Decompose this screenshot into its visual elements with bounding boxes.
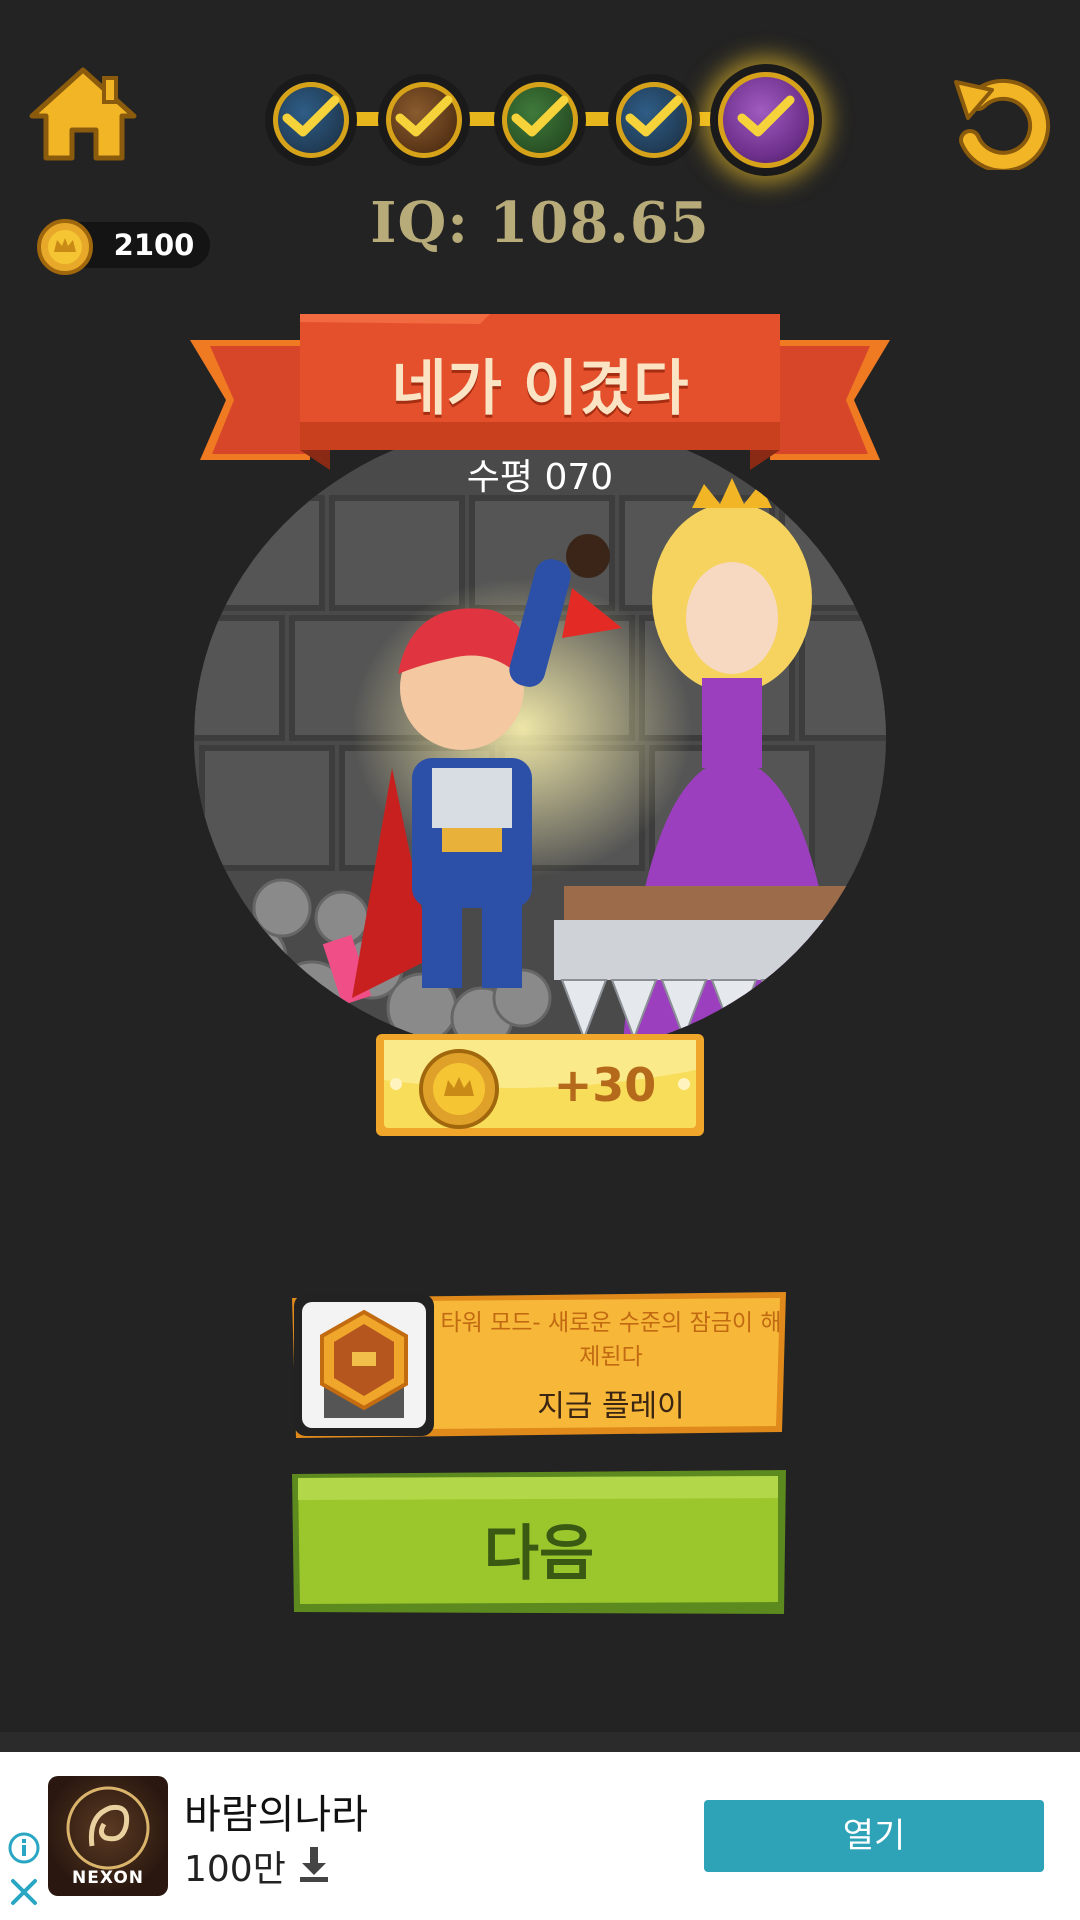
- level-scene-illustration: [192, 438, 888, 1058]
- home-button[interactable]: [26, 64, 140, 164]
- check-icon: [737, 95, 795, 137]
- ad-download-count: 100만: [184, 1849, 286, 1890]
- restart-button[interactable]: [948, 70, 1054, 173]
- ad-info-icon[interactable]: [8, 1832, 40, 1864]
- house-icon: [29, 67, 137, 161]
- coin-icon: [418, 1048, 500, 1130]
- check-icon: [282, 95, 340, 137]
- download-icon: [294, 1843, 334, 1883]
- reward-amount: +30: [553, 1058, 657, 1112]
- check-icon: [625, 95, 683, 137]
- stage-5-current: [710, 64, 822, 176]
- nexon-brand-text: NEXON: [71, 1868, 145, 1888]
- stage-2: [378, 74, 470, 166]
- victory-title: 네가 이겼다: [391, 354, 689, 424]
- ad-divider: [0, 1732, 1080, 1754]
- next-button-label: 다음: [483, 1519, 595, 1589]
- play-now-label: 지금 플레이: [537, 1389, 685, 1424]
- tower-mode-description: 타워 모드- 새로운 수준의 잠금이 해제된다: [440, 1310, 782, 1370]
- check-icon: [395, 95, 453, 137]
- check-icon: [511, 95, 569, 137]
- level-label: 수평 070: [466, 457, 614, 498]
- restart-arrow-icon: [954, 78, 1051, 173]
- stage-1: [265, 74, 357, 166]
- ad-close-icon[interactable]: [8, 1876, 40, 1908]
- stage-4: [608, 74, 700, 166]
- coin-icon: [36, 218, 94, 276]
- coin-count: 2100: [113, 228, 195, 262]
- ad-app-name: 바람의나라: [184, 1792, 368, 1838]
- stage-3: [494, 74, 586, 166]
- ad-open-button[interactable]: 열기: [704, 1800, 1044, 1872]
